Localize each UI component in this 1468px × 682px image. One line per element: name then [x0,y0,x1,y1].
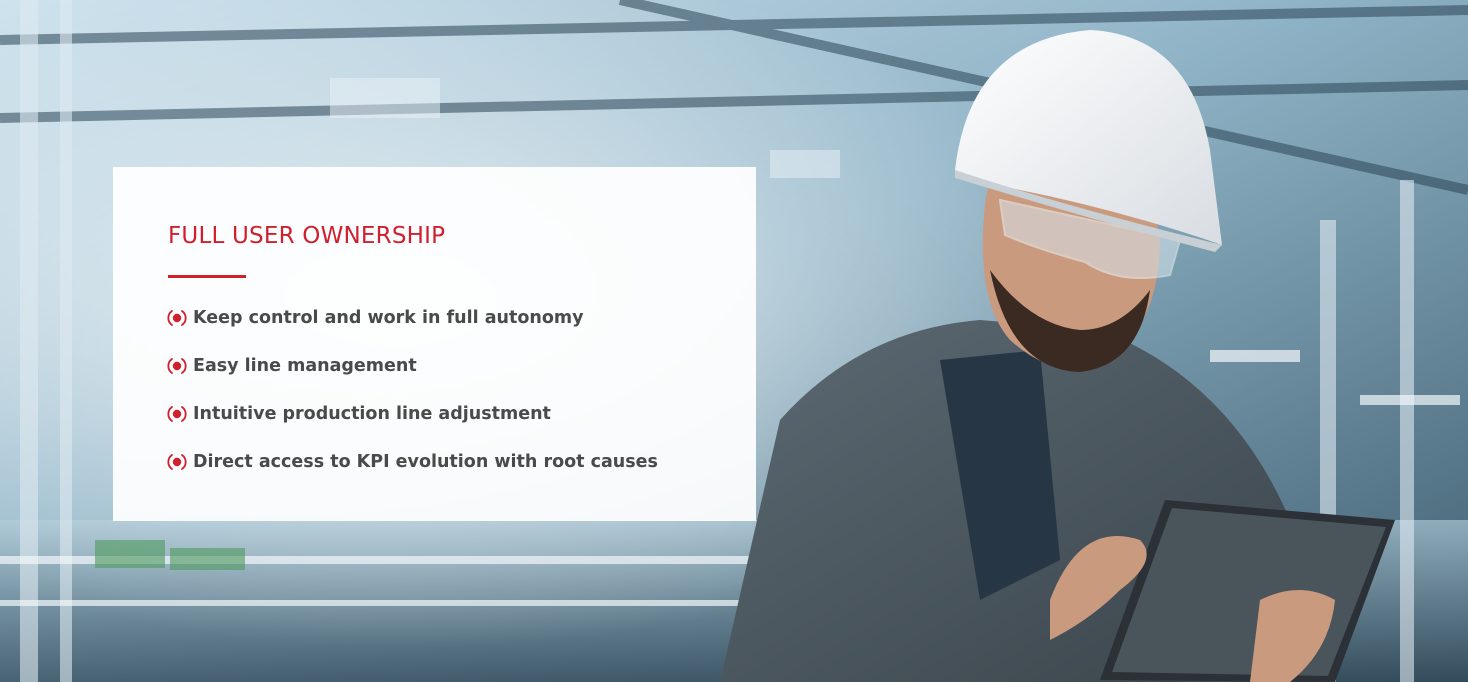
list-item: Direct access to KPI evolution with root… [167,449,658,475]
title-divider [168,275,246,278]
feature-label: Easy line management [193,356,417,376]
radio-signal-icon [167,406,187,422]
feature-label: Keep control and work in full autonomy [193,308,584,328]
feature-label: Intuitive production line adjustment [193,404,551,424]
radio-signal-icon [167,310,187,326]
feature-list: Keep control and work in full autonomy E… [167,305,658,497]
list-item: Intuitive production line adjustment [167,401,658,427]
list-item: Keep control and work in full autonomy [167,305,658,331]
radio-signal-icon [167,454,187,470]
hero-section: FULL USER OWNERSHIP Keep control and wor… [0,0,1468,682]
radio-signal-icon [167,358,187,374]
feature-card: FULL USER OWNERSHIP Keep control and wor… [113,167,756,521]
list-item: Easy line management [167,353,658,379]
card-title: FULL USER OWNERSHIP [168,223,446,249]
feature-label: Direct access to KPI evolution with root… [193,452,658,472]
